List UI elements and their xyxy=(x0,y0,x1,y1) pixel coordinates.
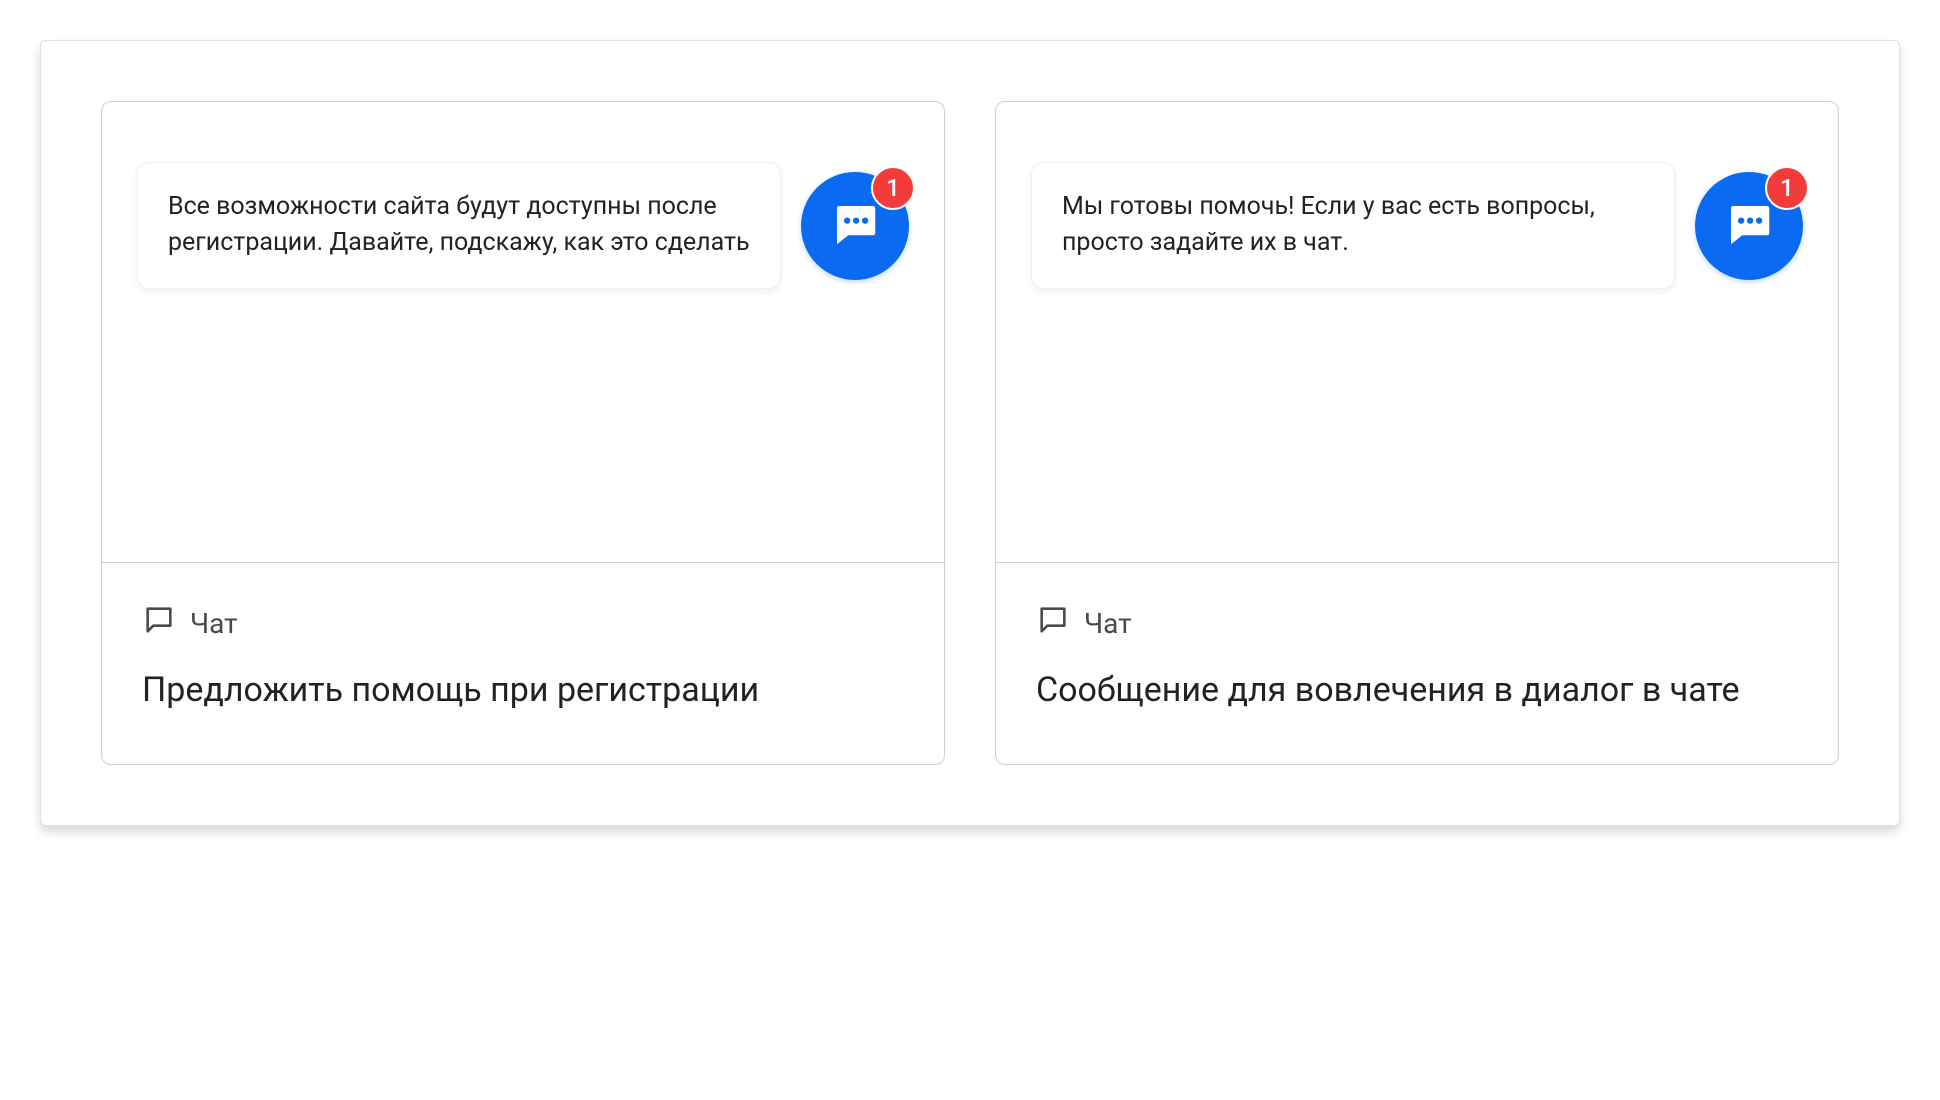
card-footer: Чат Сообщение для вовлечения в диалог в … xyxy=(996,562,1838,764)
chat-message-text: Все возможности сайта будут доступны пос… xyxy=(168,192,750,257)
notification-badge: 1 xyxy=(871,166,915,210)
chat-message-bubble: Мы готовы помочь! Если у вас есть вопрос… xyxy=(1031,162,1675,289)
badge-count: 1 xyxy=(886,174,900,202)
card-category-label: Чат xyxy=(1084,607,1132,640)
notification-badge: 1 xyxy=(1765,166,1809,210)
chat-message-text: Мы готовы помочь! Если у вас есть вопрос… xyxy=(1062,192,1595,257)
card-category: Чат xyxy=(142,603,904,644)
template-card[interactable]: Все возможности сайта будут доступны пос… xyxy=(101,101,945,765)
chat-launcher[interactable]: 1 xyxy=(1695,172,1803,280)
card-footer: Чат Предложить помощь при регистрации xyxy=(102,562,944,764)
comment-icon xyxy=(142,603,176,644)
chat-message-bubble: Все возможности сайта будут доступны пос… xyxy=(137,162,781,289)
template-card[interactable]: Мы готовы помочь! Если у вас есть вопрос… xyxy=(995,101,1839,765)
comment-icon xyxy=(1036,603,1070,644)
chat-bubble-icon xyxy=(828,197,882,255)
badge-count: 1 xyxy=(1780,174,1794,202)
card-title: Предложить помощь при регистрации xyxy=(142,668,904,714)
card-preview: Все возможности сайта будут доступны пос… xyxy=(102,102,944,562)
cards-panel: Все возможности сайта будут доступны пос… xyxy=(40,40,1900,826)
chat-launcher[interactable]: 1 xyxy=(801,172,909,280)
card-category-label: Чат xyxy=(190,607,238,640)
card-category: Чат xyxy=(1036,603,1798,644)
chat-bubble-icon xyxy=(1722,197,1776,255)
card-title: Сообщение для вовлечения в диалог в чате xyxy=(1036,668,1798,714)
card-preview: Мы готовы помочь! Если у вас есть вопрос… xyxy=(996,102,1838,562)
